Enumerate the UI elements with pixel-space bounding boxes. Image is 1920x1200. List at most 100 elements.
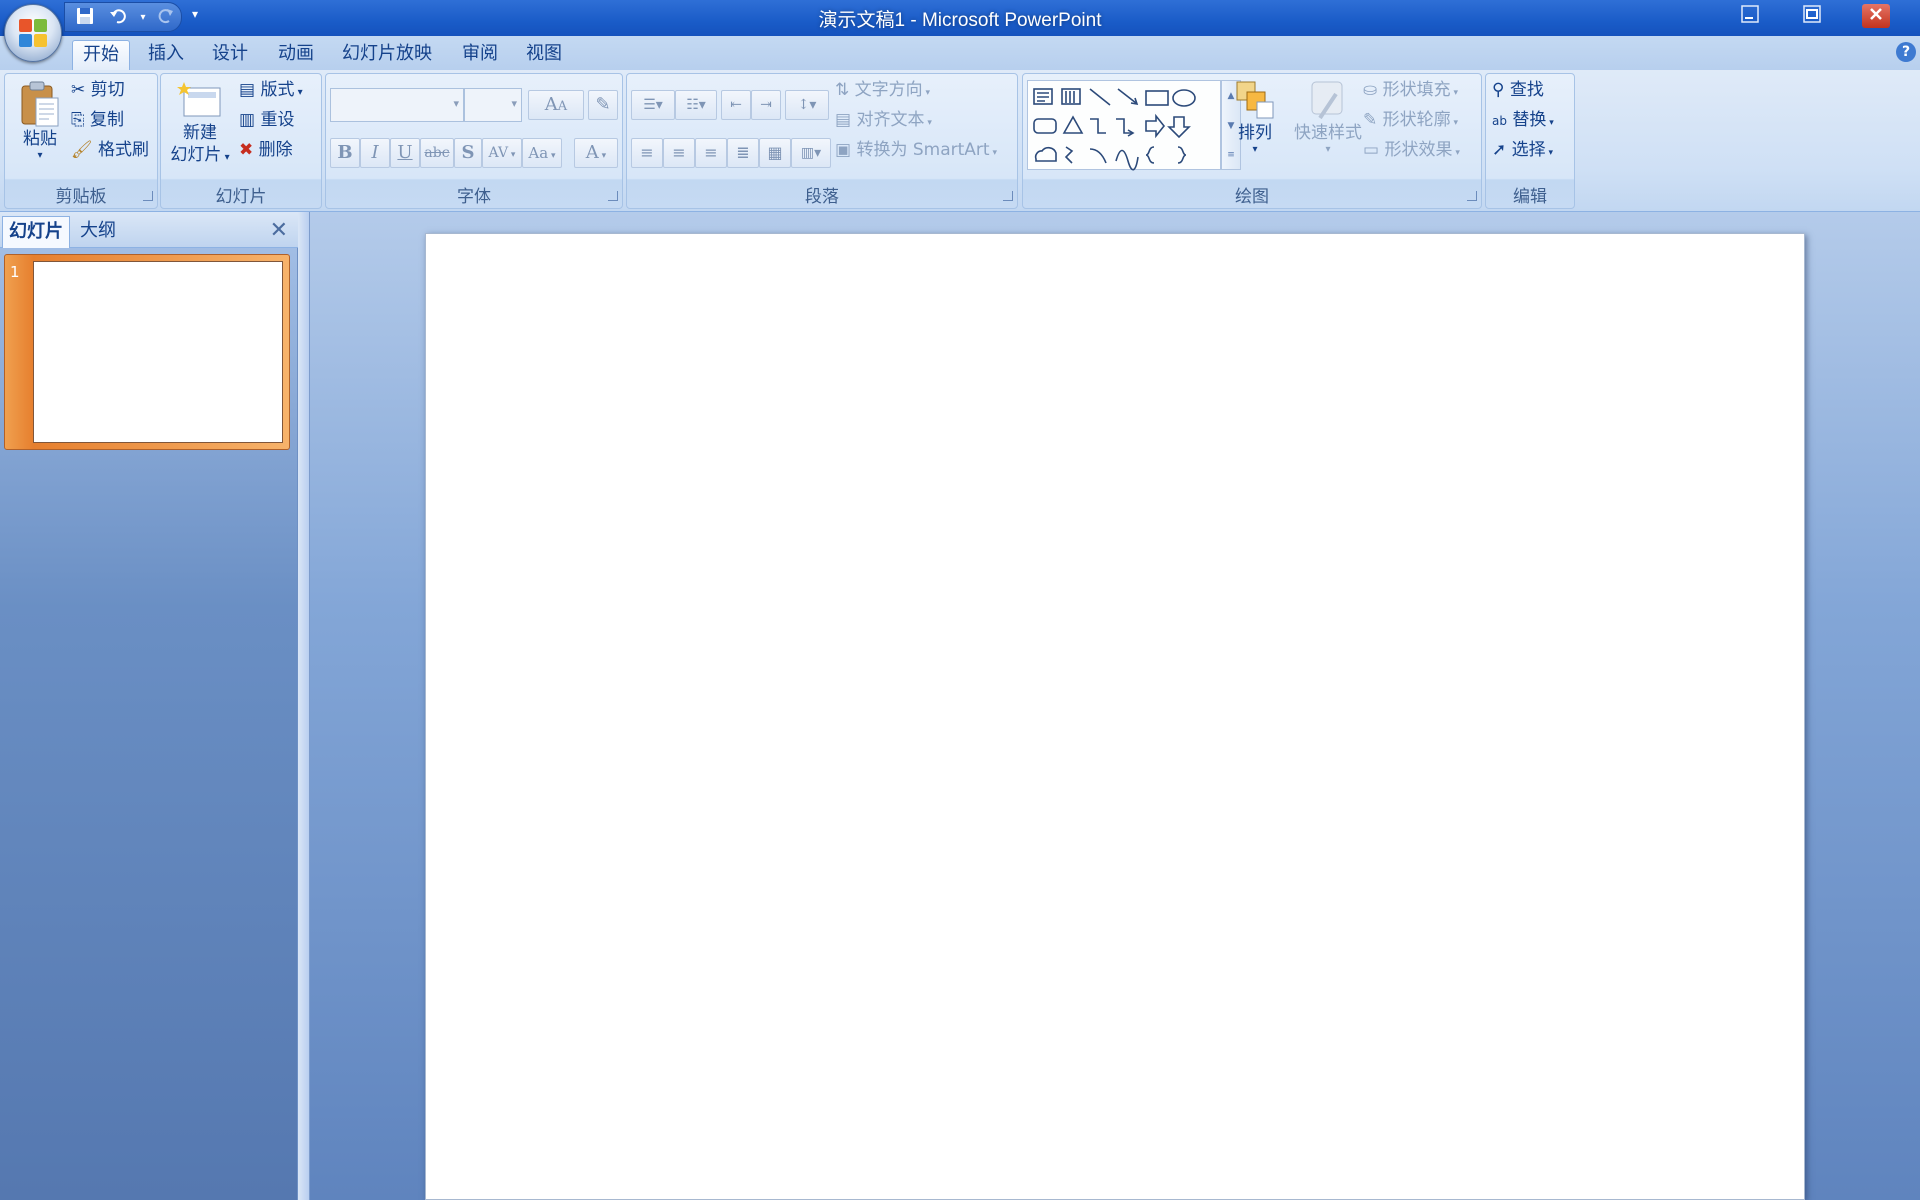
layout-label: 版式 bbox=[260, 80, 295, 100]
group-label-clipboard: 剪贴板 bbox=[55, 187, 107, 207]
brush-icon: 🖌 bbox=[71, 140, 93, 160]
office-button[interactable] bbox=[4, 4, 62, 62]
tab-animations[interactable]: 动画 bbox=[268, 40, 324, 70]
smartart-button[interactable]: ▣ 转换为 SmartArt ▾ bbox=[835, 138, 997, 165]
maximize-icon[interactable] bbox=[1798, 4, 1826, 28]
underline-button[interactable]: U bbox=[390, 138, 420, 168]
italic-button[interactable]: I bbox=[360, 138, 390, 168]
shadow-button[interactable]: S bbox=[454, 138, 482, 168]
drawing-launcher-icon[interactable] bbox=[1467, 191, 1477, 201]
office-logo-icon bbox=[19, 19, 49, 49]
replace-label: 替换 bbox=[1512, 110, 1547, 130]
quick-styles-button[interactable]: 快速样式 ▾ bbox=[1289, 78, 1367, 182]
layout-button[interactable]: ▤ 版式 ▾ bbox=[239, 78, 303, 105]
font-name-combo[interactable] bbox=[330, 88, 464, 122]
font-size-combo[interactable] bbox=[464, 88, 522, 122]
align-text-icon: ▤ bbox=[835, 110, 852, 130]
bullets-button[interactable]: ☰▾ bbox=[631, 90, 675, 120]
shape-effects-button[interactable]: ▭ 形状效果 ▾ bbox=[1363, 138, 1460, 165]
shape-outline-button[interactable]: ✎ 形状轮廓 ▾ bbox=[1363, 108, 1458, 135]
copy-button[interactable]: ⎘ 复制 bbox=[71, 108, 124, 132]
paragraph-launcher-icon[interactable] bbox=[1003, 191, 1013, 201]
paint-bucket-icon: ⛀ bbox=[1363, 80, 1378, 100]
shape-fill-button[interactable]: ⛀ 形状填充 ▾ bbox=[1363, 78, 1458, 105]
select-button[interactable]: ➚ 选择 ▾ bbox=[1492, 138, 1553, 165]
font-color-button[interactable]: A ▾ bbox=[574, 138, 618, 168]
decrease-indent-button[interactable]: ⇤ bbox=[721, 90, 751, 120]
pane-splitter[interactable] bbox=[298, 212, 310, 1200]
columns-button[interactable]: ▥▾ bbox=[791, 138, 831, 168]
tab-slides[interactable]: 幻灯片 bbox=[2, 216, 70, 248]
group-clipboard: 粘贴 ▾ ✂ 剪切 ⎘ 复制 🖌 格式刷 剪贴板 bbox=[4, 73, 158, 209]
tab-insert[interactable]: 插入 bbox=[138, 40, 194, 70]
paste-dropdown-icon: ▾ bbox=[37, 150, 43, 161]
align-center-button[interactable]: ≡ bbox=[663, 138, 695, 168]
cut-label: 剪切 bbox=[90, 80, 125, 100]
char-spacing-label: AV bbox=[488, 145, 509, 161]
tab-view[interactable]: 视图 bbox=[516, 40, 572, 70]
font-grow-icon[interactable]: A bbox=[545, 94, 558, 115]
new-slide-button[interactable]: 新建 幻灯片 ▾ bbox=[165, 78, 235, 182]
slide-canvas[interactable] bbox=[425, 233, 1805, 1200]
help-icon[interactable]: ? bbox=[1896, 42, 1916, 62]
close-icon[interactable]: ✕ bbox=[270, 218, 288, 243]
distributed-button[interactable]: ▦ bbox=[759, 138, 791, 168]
group-drawing: ▲ ▼ ≡ 排列 ▾ 快速样式 ▾ ⛀ 形状填充 ▾ ✎ 形状轮廓 ▾ ▭ 形状… bbox=[1022, 73, 1482, 209]
arrange-label: 排列 bbox=[1238, 123, 1272, 143]
minimize-icon[interactable] bbox=[1736, 4, 1764, 28]
format-painter-button[interactable]: 🖌 格式刷 bbox=[71, 138, 149, 162]
tab-design[interactable]: 设计 bbox=[202, 40, 258, 70]
slide-thumbnail-selected[interactable]: 1 bbox=[4, 254, 290, 450]
smartart-label: 转换为 SmartArt bbox=[856, 140, 990, 160]
replace-button[interactable]: ab 替换 ▾ bbox=[1492, 108, 1554, 135]
ribbon: 粘贴 ▾ ✂ 剪切 ⎘ 复制 🖌 格式刷 剪贴板 新建 幻灯片 ▾ ▤ 版式 ▾… bbox=[0, 70, 1920, 212]
paste-button[interactable]: 粘贴 ▾ bbox=[9, 78, 71, 178]
tab-home[interactable]: 开始 bbox=[72, 40, 130, 70]
numbering-button[interactable]: ☷▾ bbox=[675, 90, 717, 120]
slide-thumbnail[interactable] bbox=[33, 261, 283, 443]
line-spacing-button[interactable]: ↕▾ bbox=[785, 90, 829, 120]
clipboard-icon bbox=[21, 81, 59, 127]
slide-number: 1 bbox=[10, 263, 20, 281]
font-launcher-icon[interactable] bbox=[608, 191, 618, 201]
cut-button[interactable]: ✂ 剪切 bbox=[71, 78, 125, 102]
close-icon[interactable] bbox=[1862, 4, 1890, 28]
delete-icon: ✖ bbox=[239, 140, 254, 160]
layout-icon: ▤ bbox=[239, 80, 256, 100]
group-font: AA ✎ B I U abc S AV ▾ Aa ▾ A ▾ 字体 bbox=[325, 73, 623, 209]
align-right-button[interactable]: ≡ bbox=[695, 138, 727, 168]
font-shrink-icon[interactable]: A bbox=[558, 99, 567, 114]
justify-button[interactable]: ≣ bbox=[727, 138, 759, 168]
copy-label: 复制 bbox=[90, 110, 125, 130]
tab-outline[interactable]: 大纲 bbox=[74, 216, 122, 248]
format-painter-label: 格式刷 bbox=[98, 140, 149, 160]
pane-tabs: 幻灯片 大纲 ✕ bbox=[0, 212, 298, 248]
change-case-button[interactable]: Aa ▾ bbox=[522, 138, 562, 168]
binoculars-icon: ⚲ bbox=[1492, 80, 1505, 100]
clear-formatting-icon[interactable]: ✎ bbox=[588, 90, 618, 120]
align-left-button[interactable]: ≡ bbox=[631, 138, 663, 168]
shapes-gallery bbox=[1027, 80, 1221, 171]
ribbon-tab-row: 开始 插入 设计 动画 幻灯片放映 审阅 视图 ? bbox=[0, 36, 1920, 70]
shape-effects-label: 形状效果 bbox=[1384, 140, 1453, 160]
align-text-label: 对齐文本 bbox=[856, 110, 925, 130]
effects-icon: ▭ bbox=[1363, 140, 1380, 160]
char-spacing-button[interactable]: AV ▾ bbox=[482, 138, 522, 168]
paste-label: 粘贴 bbox=[23, 129, 57, 149]
delete-slide-button[interactable]: ✖ 删除 bbox=[239, 138, 293, 162]
text-direction-button[interactable]: ⇅ 文字方向 ▾ bbox=[835, 78, 930, 105]
arrange-button[interactable]: 排列 ▾ bbox=[1225, 78, 1285, 182]
font-grow-shrink-buttons[interactable]: AA bbox=[528, 90, 584, 120]
find-button[interactable]: ⚲ 查找 bbox=[1492, 78, 1544, 102]
group-slides: 新建 幻灯片 ▾ ▤ 版式 ▾ ▥ 重设 ✖ 删除 幻灯片 bbox=[160, 73, 322, 209]
strikethrough-button[interactable]: abc bbox=[420, 138, 454, 168]
align-text-button[interactable]: ▤ 对齐文本 ▾ bbox=[835, 108, 932, 135]
increase-indent-button[interactable]: ⇥ bbox=[751, 90, 781, 120]
title-bar: ▾ ▾ 演示文稿1 - Microsoft PowerPoint bbox=[0, 0, 1920, 36]
tab-slideshow[interactable]: 幻灯片放映 bbox=[332, 40, 442, 70]
bold-button[interactable]: B bbox=[330, 138, 360, 168]
tab-review[interactable]: 审阅 bbox=[452, 40, 508, 70]
reset-button[interactable]: ▥ 重设 bbox=[239, 108, 294, 132]
clipboard-launcher-icon[interactable] bbox=[143, 191, 153, 201]
group-paragraph: ☰▾ ☷▾ ⇤ ⇥ ↕▾ ⇅ 文字方向 ▾ ▤ 对齐文本 ▾ ▣ 转换为 Sma… bbox=[626, 73, 1018, 209]
